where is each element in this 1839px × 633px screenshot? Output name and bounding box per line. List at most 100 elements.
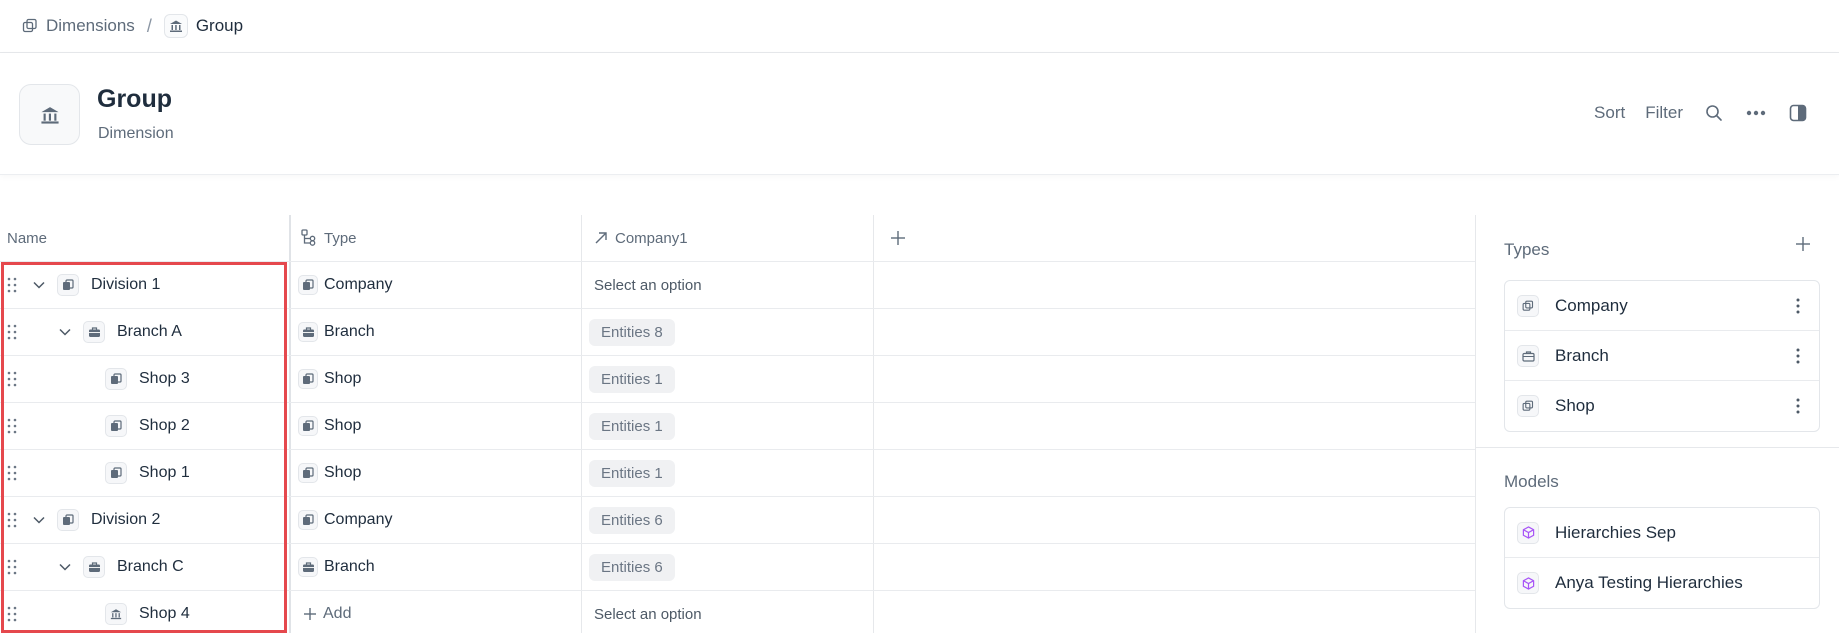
row-type: Shop: [324, 370, 362, 387]
select-option-placeholder[interactable]: Select an option: [594, 606, 702, 623]
briefcase-icon: [83, 556, 105, 578]
company-icon: [298, 275, 318, 295]
drag-handle-icon[interactable]: [7, 464, 17, 482]
drag-handle-icon[interactable]: [7, 558, 17, 576]
type-item-company[interactable]: Company: [1505, 281, 1819, 331]
table-row[interactable]: Division 1 Company Select an option: [0, 262, 1475, 309]
company1-cell[interactable]: Entities 1: [589, 403, 675, 449]
company-icon: [105, 368, 127, 390]
table-row[interactable]: Shop 4 Add Select an option: [0, 591, 1475, 633]
type-item-branch[interactable]: Branch: [1505, 331, 1819, 381]
company1-cell[interactable]: Entities 6: [589, 497, 675, 543]
company1-cell[interactable]: Entities 6: [589, 544, 675, 590]
entities-chip[interactable]: Entities 1: [589, 412, 675, 440]
column-header-type-label: Type: [324, 229, 357, 247]
table-row[interactable]: Shop 3 Shop Entities 1: [0, 356, 1475, 403]
more-horizontal-icon: [1746, 110, 1766, 116]
entities-chip[interactable]: Entities 6: [589, 553, 675, 581]
bank-icon: [105, 603, 127, 625]
type-cell[interactable]: Branch: [298, 309, 375, 355]
table-row[interactable]: Shop 2 Shop Entities 1: [0, 403, 1475, 450]
chevron-down-icon[interactable]: [55, 322, 75, 342]
model-item[interactable]: Anya Testing Hierarchies: [1505, 558, 1819, 608]
briefcase-icon: [298, 322, 318, 342]
type-cell[interactable]: Company: [298, 497, 392, 543]
company1-cell[interactable]: Entities 1: [589, 356, 675, 402]
models-list: Hierarchies Sep Anya Testing Hierarchies: [1504, 507, 1820, 609]
models-title: Models: [1504, 472, 1559, 491]
drag-handle-icon[interactable]: [7, 370, 17, 388]
breadcrumb-dimensions[interactable]: Dimensions: [22, 16, 135, 36]
company-icon: [298, 510, 318, 530]
table-row[interactable]: Branch A Branch Entities 8: [0, 309, 1475, 356]
column-header-type[interactable]: Type: [301, 215, 357, 261]
briefcase-icon: [1517, 344, 1539, 367]
entities-chip[interactable]: Entities 1: [589, 365, 675, 393]
chevron-down-icon[interactable]: [29, 510, 49, 530]
copy-icon: [22, 18, 37, 33]
arrow-up-right-icon: [595, 232, 607, 244]
name-cell: Branch C: [55, 544, 184, 590]
breadcrumb-group-label: Group: [195, 16, 244, 35]
drag-handle-icon[interactable]: [7, 276, 17, 294]
row-name: Division 2: [91, 511, 161, 528]
row-type: Branch: [324, 323, 375, 340]
type-item-shop[interactable]: Shop: [1505, 381, 1819, 431]
breadcrumb-group[interactable]: Group: [163, 14, 244, 38]
row-name: Branch C: [117, 558, 184, 575]
drag-handle-icon[interactable]: [7, 323, 17, 341]
column-header-company1[interactable]: Company1: [594, 215, 688, 261]
add-type-button[interactable]: Add: [303, 591, 351, 633]
breadcrumb: Dimensions / Group: [0, 0, 1839, 53]
type-cell[interactable]: Shop: [298, 450, 361, 496]
row-name: Shop 4: [139, 605, 190, 622]
kebab-menu-icon[interactable]: [1795, 346, 1801, 366]
entities-chip[interactable]: Entities 8: [589, 318, 675, 346]
company-icon: [57, 274, 79, 296]
table-row[interactable]: Division 2 Company Entities 6: [0, 497, 1475, 544]
briefcase-icon: [83, 321, 105, 343]
company-icon: [298, 369, 318, 389]
table-row[interactable]: Shop 1 Shop Entities 1: [0, 450, 1475, 497]
sort-button[interactable]: Sort: [1584, 103, 1635, 123]
drag-handle-icon[interactable]: [7, 511, 17, 529]
kebab-menu-icon[interactable]: [1795, 396, 1801, 416]
plus-icon: [304, 608, 316, 620]
filter-button[interactable]: Filter: [1635, 103, 1693, 123]
select-option-placeholder[interactable]: Select an option: [594, 277, 702, 294]
column-header-name[interactable]: Name: [7, 215, 47, 261]
entities-chip[interactable]: Entities 1: [589, 459, 675, 487]
type-cell[interactable]: Shop: [298, 403, 361, 449]
search-button[interactable]: [1693, 104, 1735, 122]
company-icon: [298, 416, 318, 436]
page-subtitle: Dimension: [98, 125, 174, 142]
chevron-down-icon[interactable]: [55, 557, 75, 577]
more-button[interactable]: [1735, 110, 1777, 116]
model-item[interactable]: Hierarchies Sep: [1505, 508, 1819, 558]
type-item-label: Company: [1555, 295, 1628, 315]
company-icon: [105, 415, 127, 437]
panel-toggle-button[interactable]: [1777, 104, 1819, 122]
drag-handle-icon[interactable]: [7, 605, 17, 623]
table-row[interactable]: Branch C Branch Entities 6: [0, 544, 1475, 591]
cube-icon: [1517, 572, 1539, 594]
bank-icon: [19, 84, 80, 145]
company1-cell[interactable]: Entities 8: [589, 309, 675, 355]
right-panel: Types Company Branch Shop Models Hierarc…: [1475, 215, 1839, 633]
company1-cell[interactable]: Select an option: [594, 591, 702, 633]
entities-chip[interactable]: Entities 6: [589, 506, 675, 534]
company1-cell[interactable]: Entities 1: [589, 450, 675, 496]
row-type: Company: [324, 276, 393, 293]
hierarchy-table: Name Type Company1 Division 1 Company Se…: [0, 215, 1475, 633]
type-cell[interactable]: Company: [298, 262, 392, 308]
add-column-button[interactable]: [890, 215, 906, 261]
kebab-menu-icon[interactable]: [1795, 296, 1801, 316]
type-cell[interactable]: Shop: [298, 356, 361, 402]
add-type-button[interactable]: [1795, 236, 1811, 257]
drag-handle-icon[interactable]: [7, 417, 17, 435]
company1-cell[interactable]: Select an option: [594, 262, 702, 308]
company-icon: [105, 462, 127, 484]
chevron-down-icon[interactable]: [29, 275, 49, 295]
type-cell[interactable]: Branch: [298, 544, 375, 590]
name-cell: Shop 4: [105, 591, 190, 633]
